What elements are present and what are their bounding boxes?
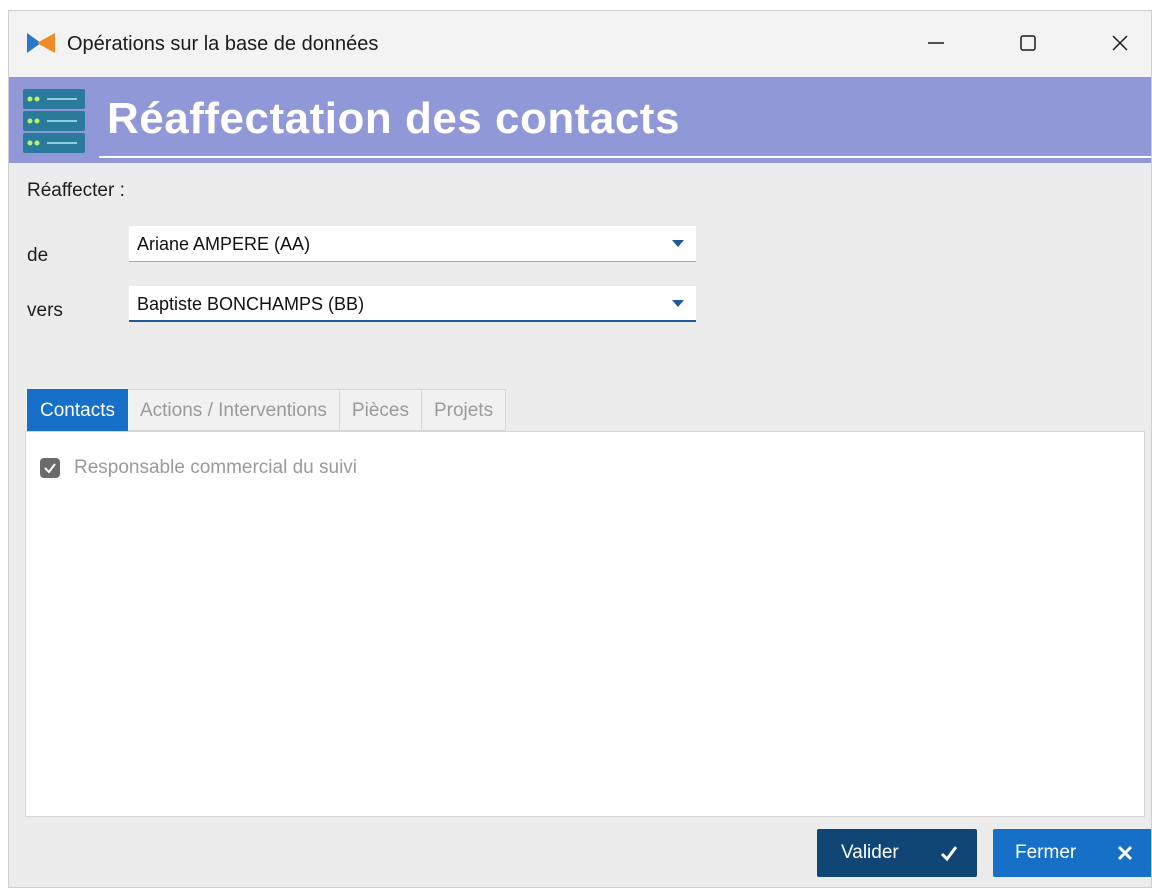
maximize-button[interactable] [1005, 21, 1051, 65]
database-server-icon [23, 89, 85, 153]
fermer-button[interactable]: Fermer [993, 829, 1151, 877]
tab-contacts[interactable]: Contacts [27, 389, 128, 431]
dropdown-arrow-icon[interactable] [672, 240, 684, 247]
valider-button[interactable]: Valider [817, 829, 977, 877]
window-title: Opérations sur la base de données [67, 33, 379, 55]
responsable-commercial-checkbox[interactable] [40, 458, 60, 478]
tab-actions-interventions[interactable]: Actions / Interventions [127, 389, 340, 431]
tab-bar: Contacts Actions / Interventions Pièces … [27, 389, 507, 431]
dialog-window: Opérations sur la base de données Réaffe… [8, 10, 1152, 888]
de-label: de [27, 245, 49, 266]
title-underline [99, 156, 1151, 158]
de-select[interactable]: Ariane AMPERE (AA) [129, 226, 696, 262]
app-logo-icon [27, 33, 55, 53]
close-x-icon [1117, 845, 1133, 861]
tab-pieces[interactable]: Pièces [339, 389, 422, 431]
vers-select[interactable]: Baptiste BONCHAMPS (BB) [129, 286, 696, 322]
contacts-tab-panel: Responsable commercial du suivi [25, 431, 1145, 817]
vers-label: vers [27, 300, 63, 321]
de-select-value: Ariane AMPERE (AA) [137, 234, 311, 254]
header-banner: Réaffectation des contacts [9, 77, 1151, 163]
checkmark-icon [940, 846, 958, 862]
checkmark-icon [44, 463, 56, 474]
page-title: Réaffectation des contacts [107, 94, 680, 143]
minimize-button[interactable] [913, 21, 959, 65]
minimize-icon [928, 42, 944, 44]
checkbox-label: Responsable commercial du suivi [74, 457, 358, 478]
close-window-button[interactable] [1097, 21, 1143, 65]
title-bar[interactable]: Opérations sur la base de données [9, 11, 1151, 77]
vers-select-value: Baptiste BONCHAMPS (BB) [137, 294, 365, 314]
valider-button-label: Valider [841, 842, 899, 863]
maximize-icon [1020, 35, 1036, 51]
reaffecter-label: Réaffecter : [27, 180, 125, 201]
tab-projets[interactable]: Projets [421, 389, 507, 431]
responsable-commercial-checkbox-row[interactable]: Responsable commercial du suivi [40, 456, 357, 480]
dropdown-arrow-icon[interactable] [672, 300, 684, 307]
fermer-button-label: Fermer [1015, 842, 1077, 863]
close-icon [1112, 35, 1128, 51]
